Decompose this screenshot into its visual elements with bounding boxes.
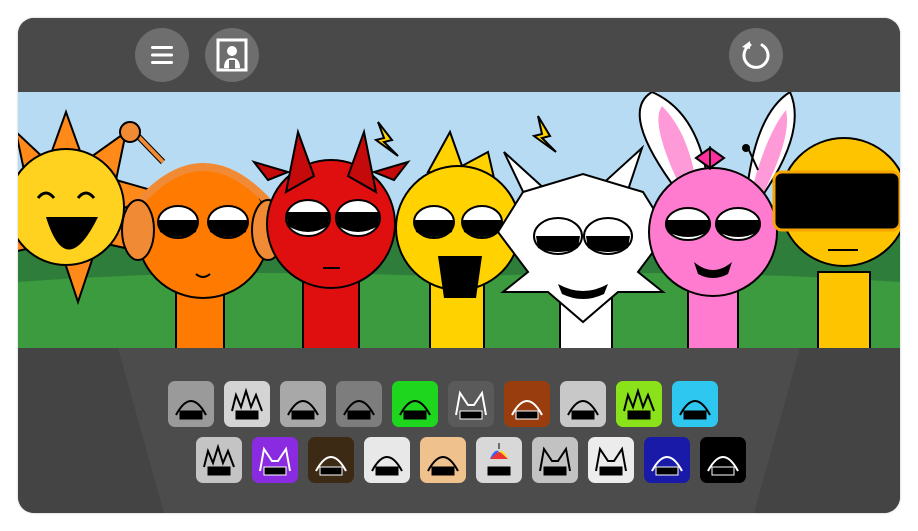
headphones-sound-icon[interactable] bbox=[336, 381, 382, 427]
game-frame bbox=[18, 18, 900, 513]
black-visor-sound-icon[interactable] bbox=[700, 437, 746, 483]
navy-dome-sound-icon[interactable] bbox=[644, 437, 690, 483]
menu-button[interactable] bbox=[135, 28, 189, 82]
stage-scene bbox=[18, 92, 900, 348]
top-toolbar bbox=[18, 18, 900, 92]
brown-bucket-sound-icon[interactable] bbox=[504, 381, 550, 427]
lime-spikes-sound-icon[interactable] bbox=[616, 381, 662, 427]
portrait-frame-icon bbox=[216, 38, 248, 72]
star-burst-sound-icon[interactable] bbox=[196, 437, 242, 483]
green-fruit-sound-icon[interactable] bbox=[392, 381, 438, 427]
purple-horns-sound-icon[interactable] bbox=[252, 437, 298, 483]
reset-button[interactable] bbox=[729, 28, 783, 82]
brown-hair-sound-icon[interactable] bbox=[420, 437, 466, 483]
sound-palette-tray bbox=[18, 348, 900, 513]
white-helmet-sound-icon[interactable] bbox=[560, 381, 606, 427]
scribble-hair-sound-icon[interactable] bbox=[364, 437, 410, 483]
saucer-hat-sound-icon[interactable] bbox=[280, 381, 326, 427]
portrait-button[interactable] bbox=[205, 28, 259, 82]
spiky-hair-sound-icon[interactable] bbox=[224, 381, 270, 427]
cyan-earmuffs-sound-icon[interactable] bbox=[672, 381, 718, 427]
bunny-ears-sound-icon[interactable] bbox=[588, 437, 634, 483]
cat-ears-sound-icon[interactable] bbox=[532, 437, 578, 483]
hamburger-menu-icon bbox=[151, 46, 173, 64]
antenna-goggles-sound-icon[interactable] bbox=[168, 381, 214, 427]
olive-leaf-sound-icon[interactable] bbox=[308, 437, 354, 483]
restart-arrow-icon bbox=[742, 41, 770, 69]
propeller-cap-sound-icon[interactable] bbox=[476, 437, 522, 483]
gray-ears-sound-icon[interactable] bbox=[448, 381, 494, 427]
